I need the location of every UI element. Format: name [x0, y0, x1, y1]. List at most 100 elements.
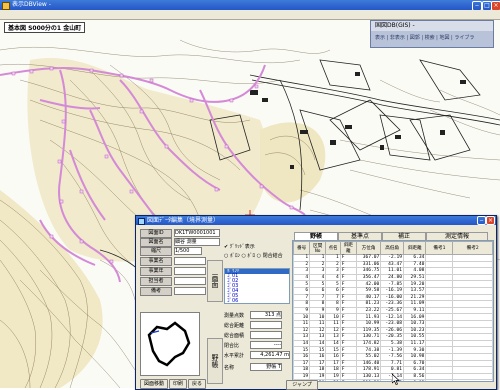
- dialog-close-button[interactable]: ×: [486, 216, 495, 225]
- table-cell[interactable]: 8.03: [402, 379, 427, 381]
- table-cell[interactable]: 178.91: [355, 366, 382, 374]
- table-row[interactable]: 18 18 18 F 178.91 0.81 6.34: [293, 366, 493, 374]
- table-cell[interactable]: 6.34: [402, 254, 427, 262]
- table-column-header[interactable]: 区間No: [309, 241, 327, 255]
- table-cell[interactable]: [452, 286, 493, 295]
- table-cell[interactable]: F: [339, 319, 357, 328]
- table-cell[interactable]: 74.38: [355, 346, 382, 354]
- table-cell[interactable]: 10: [325, 313, 341, 321]
- table-column-header[interactable]: 備考1: [425, 241, 454, 255]
- table-cell[interactable]: 13: [293, 333, 311, 341]
- table-cell[interactable]: 55.02: [355, 352, 382, 361]
- table-cell[interactable]: [452, 293, 493, 302]
- table-cell[interactable]: 13: [309, 333, 327, 341]
- table-cell[interactable]: 8: [325, 300, 341, 308]
- table-cell[interactable]: 9: [293, 306, 311, 315]
- table-column-header[interactable]: 備考2: [452, 241, 493, 255]
- table-cell[interactable]: 10: [309, 313, 327, 321]
- table-cell[interactable]: 19: [293, 372, 311, 381]
- table-cell[interactable]: [452, 306, 493, 315]
- table-cell[interactable]: 12: [293, 326, 311, 335]
- table-cell[interactable]: 0.81: [380, 366, 404, 374]
- table-cell[interactable]: F: [339, 366, 357, 374]
- staff-input[interactable]: [174, 277, 206, 285]
- table-cell[interactable]: 6: [293, 286, 311, 295]
- table-cell[interactable]: -2.19: [380, 254, 404, 262]
- table-cell[interactable]: 16: [293, 352, 311, 361]
- table-cell[interactable]: F: [339, 306, 357, 315]
- table-cell[interactable]: [452, 273, 493, 282]
- table-cell[interactable]: 9.30: [402, 346, 427, 354]
- list-item[interactable]: ｺﾞ06: [225, 299, 289, 304]
- drawing-id-input[interactable]: DK1TW0001001: [174, 229, 220, 237]
- table-cell[interactable]: -25.67: [380, 306, 404, 315]
- table-cell[interactable]: -26.06: [380, 326, 404, 335]
- table-cell[interactable]: 17: [293, 359, 311, 368]
- table-cell[interactable]: 174.82: [355, 339, 382, 348]
- table-cell[interactable]: [452, 339, 493, 348]
- survey-table[interactable]: 番号 区間No 点名 斜距離 方位角 高低角 斜距離 備考1 備考2 1 1 1 F 367.07 -2.…: [292, 240, 494, 382]
- table-cell[interactable]: [425, 286, 454, 295]
- table-cell[interactable]: [425, 280, 454, 288]
- table-row[interactable]: 1 1 1 F 367.07 -2.19 6.34: [293, 254, 493, 262]
- table-cell[interactable]: 17: [325, 359, 341, 368]
- radio-option[interactable]: ﾎﾞﾛﾝ: [230, 253, 240, 259]
- point-listbox[interactable]: ﾎﾟｲﾝﾄ ｺﾞ01 ｺﾞ02 ｺﾞ03 ｺﾞ04 ｺﾞ05 ｺﾞ06: [224, 268, 290, 304]
- table-cell[interactable]: [452, 352, 493, 361]
- table-cell[interactable]: 18: [309, 366, 327, 374]
- edit-dialog[interactable]: 図面ﾃﾞｰﾀ編集（境界測量） ‒ × 図面ID DK1TW0001001 図面名細…: [135, 215, 497, 390]
- table-cell[interactable]: 130.13: [355, 372, 382, 381]
- table-cell[interactable]: F: [339, 346, 357, 354]
- table-cell[interactable]: [452, 372, 493, 381]
- table-cell[interactable]: 1: [309, 254, 327, 262]
- table-cell[interactable]: [425, 300, 454, 308]
- table-cell[interactable]: F: [339, 313, 357, 321]
- table-cell[interactable]: 23.22: [355, 306, 382, 315]
- table-row[interactable]: 3 3 3 F 346.75 11.01 4.08: [293, 267, 493, 275]
- table-cell[interactable]: F: [339, 254, 357, 262]
- table-cell[interactable]: [452, 366, 493, 374]
- table-cell[interactable]: 9: [325, 306, 341, 315]
- table-cell[interactable]: 59.58: [355, 286, 382, 295]
- table-cell[interactable]: [452, 346, 493, 354]
- table-cell[interactable]: F: [339, 286, 357, 295]
- table-column-header[interactable]: 方位角: [355, 241, 382, 255]
- table-cell[interactable]: [425, 319, 454, 328]
- table-cell[interactable]: [452, 379, 493, 381]
- table-cell[interactable]: [425, 359, 454, 368]
- table-cell[interactable]: 3: [293, 267, 311, 275]
- table-cell[interactable]: 1: [325, 254, 341, 262]
- table-cell[interactable]: F: [339, 352, 357, 361]
- table-cell[interactable]: [452, 260, 493, 269]
- drawing-name-input[interactable]: 細谷 測量: [174, 238, 220, 246]
- table-cell[interactable]: 20: [325, 379, 341, 381]
- table-cell[interactable]: 8.56: [402, 372, 427, 381]
- table-cell[interactable]: F: [339, 333, 357, 341]
- table-cell[interactable]: 42.00: [355, 280, 382, 288]
- table-cell[interactable]: [425, 273, 454, 282]
- table-cell[interactable]: 6: [309, 286, 327, 295]
- table-row[interactable]: 15 15 15 F 74.38 -1.39 9.30: [293, 346, 493, 354]
- table-column-header[interactable]: 点名: [325, 241, 341, 255]
- table-cell[interactable]: [425, 333, 454, 341]
- table-row[interactable]: 2 2 2 F 331.06 43.47 7.40: [293, 260, 493, 269]
- table-cell[interactable]: 2: [293, 260, 311, 269]
- table-cell[interactable]: 2: [309, 260, 327, 269]
- table-cell[interactable]: F: [339, 339, 357, 348]
- table-cell[interactable]: 11.93: [355, 313, 382, 321]
- table-cell[interactable]: 19.20: [402, 280, 427, 288]
- table-cell[interactable]: 3: [325, 267, 341, 275]
- table-cell[interactable]: 6.34: [402, 366, 427, 374]
- table-cell[interactable]: 3: [309, 267, 327, 275]
- table-cell[interactable]: [425, 293, 454, 302]
- table-cell[interactable]: 10.23: [402, 326, 427, 335]
- table-cell[interactable]: 7: [309, 293, 327, 302]
- table-cell[interactable]: [425, 352, 454, 361]
- table-cell[interactable]: 12: [325, 326, 341, 335]
- table-column-header[interactable]: 高低角: [380, 241, 404, 255]
- table-cell[interactable]: 356.47: [355, 273, 382, 282]
- table-cell[interactable]: 16: [309, 352, 327, 361]
- table-cell[interactable]: 5: [325, 280, 341, 288]
- table-cell[interactable]: [425, 260, 454, 269]
- table-cell[interactable]: 13.57: [402, 286, 427, 295]
